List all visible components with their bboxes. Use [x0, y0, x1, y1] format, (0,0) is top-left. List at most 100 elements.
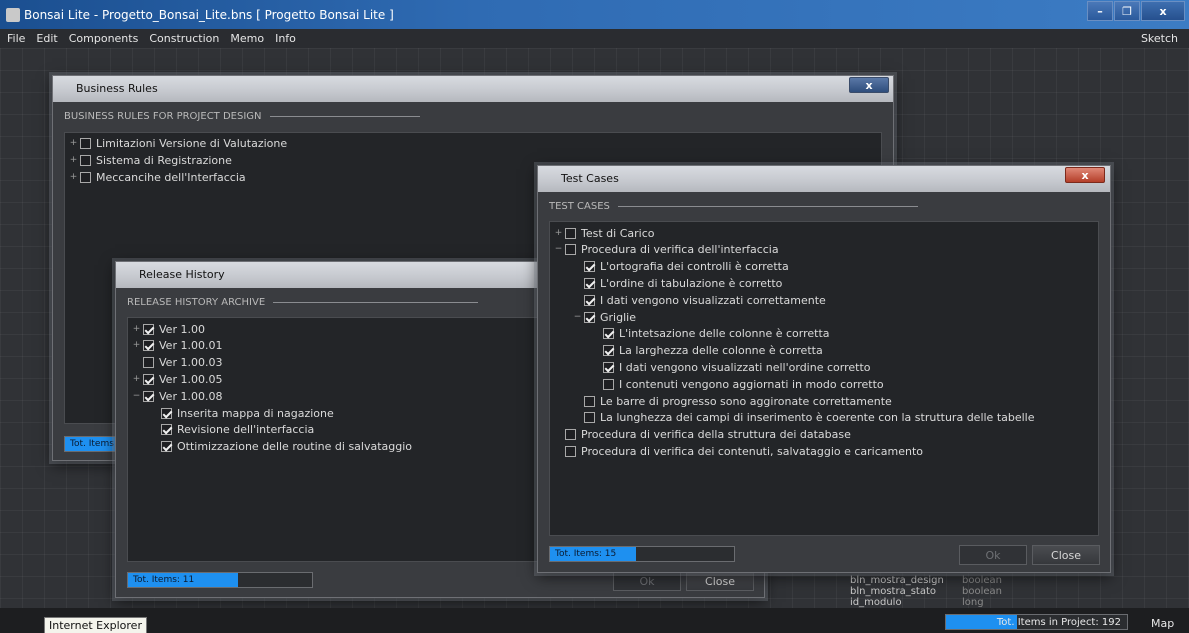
- checkbox[interactable]: [143, 390, 154, 402]
- tree-item[interactable]: La lunghezza dei campi di inserimento è …: [573, 410, 1035, 426]
- checkbox[interactable]: [143, 357, 154, 369]
- column-type: boolean: [962, 575, 1002, 586]
- tree-item-label: Ver 1.00.05: [159, 372, 223, 386]
- section-title: BUSINESS RULES FOR PROJECT DESIGN: [64, 111, 262, 122]
- tree-item[interactable]: L'ortografia dei controlli è corretta: [573, 259, 789, 275]
- menu-components[interactable]: Components: [65, 32, 143, 45]
- menu-info[interactable]: Info: [271, 32, 300, 45]
- project-items-label: Tot. Items in Project: 192: [996, 617, 1121, 628]
- test-cases-tree[interactable]: + Test di Carico − Procedura di verifica de…: [549, 221, 1099, 536]
- tree-item-label: Ver 1.00: [159, 322, 205, 336]
- menu-memo[interactable]: Memo: [226, 32, 268, 45]
- tree-item[interactable]: L'ordine di tabulazione è corretto: [573, 275, 782, 291]
- window-controls: – ❐ x: [1087, 1, 1185, 21]
- menu-edit[interactable]: Edit: [32, 32, 61, 45]
- tree-item[interactable]: − Procedura di verifica dell'interfaccia: [554, 242, 779, 258]
- expand-icon[interactable]: +: [69, 172, 78, 182]
- tree-item[interactable]: Procedura di verifica della struttura de…: [554, 427, 851, 443]
- checkbox[interactable]: [161, 441, 172, 453]
- close-button[interactable]: Close: [686, 571, 754, 591]
- checkbox[interactable]: [584, 412, 595, 424]
- tree-item[interactable]: Ver 1.00.03: [132, 355, 222, 371]
- menu-construction[interactable]: Construction: [145, 32, 223, 45]
- tree-item[interactable]: Inserita mappa di nagazione: [150, 405, 334, 421]
- tree-item[interactable]: Revisione dell'interfaccia: [150, 422, 314, 438]
- checkbox[interactable]: [143, 323, 154, 335]
- checkbox[interactable]: [603, 378, 614, 390]
- tree-item[interactable]: Le barre di progresso sono aggironate co…: [573, 393, 892, 409]
- checkbox[interactable]: [565, 244, 576, 256]
- checkbox[interactable]: [584, 311, 595, 323]
- checkbox[interactable]: [565, 445, 576, 457]
- checkbox[interactable]: [565, 227, 576, 239]
- tree-item[interactable]: − Griglie: [573, 309, 636, 325]
- checkbox[interactable]: [143, 373, 154, 385]
- section-title: TEST CASES: [549, 201, 610, 212]
- expand-icon[interactable]: +: [132, 374, 141, 384]
- menu-file[interactable]: File: [3, 32, 29, 45]
- expand-icon[interactable]: +: [132, 341, 141, 350]
- checkbox[interactable]: [80, 154, 91, 166]
- checkbox[interactable]: [143, 340, 154, 352]
- checkbox[interactable]: [603, 345, 614, 357]
- collapse-icon[interactable]: −: [132, 391, 141, 401]
- map-button[interactable]: Map: [1151, 617, 1174, 630]
- tree-line-icon: [592, 329, 601, 338]
- window-close-button[interactable]: x: [1141, 1, 1185, 21]
- checkbox[interactable]: [603, 361, 614, 373]
- tree-item[interactable]: La larghezza delle colonne è corretta: [592, 343, 823, 359]
- collapse-icon[interactable]: −: [573, 312, 582, 322]
- tree-item-label: Griglie: [600, 310, 636, 324]
- tree-item-label: Ottimizzazione delle routine di salvatag…: [177, 440, 413, 454]
- tree-item-label: Procedura di verifica dei contenuti, sal…: [581, 444, 924, 458]
- tree-item[interactable]: I contenuti vengono aggiornati in modo c…: [592, 376, 884, 392]
- ok-button[interactable]: Ok: [613, 571, 681, 591]
- checkbox[interactable]: [584, 395, 595, 407]
- menu-sketch[interactable]: Sketch: [1137, 32, 1182, 45]
- expand-icon[interactable]: +: [554, 228, 563, 238]
- total-items-bar: Tot. Items: 15: [549, 546, 735, 562]
- tree-item[interactable]: + Meccancihe dell'Interfaccia: [69, 169, 246, 185]
- maximize-button[interactable]: ❐: [1114, 1, 1140, 21]
- tree-item[interactable]: I dati vengono visualizzati correttament…: [573, 292, 826, 308]
- tree-item-label: I dati vengono visualizzati correttament…: [600, 293, 826, 307]
- tree-item[interactable]: Procedura di verifica dei contenuti, sal…: [554, 443, 923, 459]
- minimize-button[interactable]: –: [1087, 1, 1113, 21]
- tree-item[interactable]: + Test di Carico: [554, 225, 655, 241]
- tree-line-icon: [150, 442, 159, 451]
- taskbar-tooltip: Internet Explorer: [44, 617, 147, 633]
- close-icon[interactable]: x: [849, 77, 889, 93]
- tree-item[interactable]: + Ver 1.00: [132, 321, 205, 337]
- tree-item[interactable]: Ottimizzazione delle routine di salvatag…: [150, 439, 412, 455]
- dialog-title: Business Rules: [53, 76, 893, 102]
- checkbox[interactable]: [80, 171, 91, 183]
- tree-item[interactable]: L'intetsazione delle colonne è corretta: [592, 326, 830, 342]
- checkbox[interactable]: [584, 261, 595, 273]
- checkbox[interactable]: [565, 429, 576, 441]
- tree-item-label: Inserita mappa di nagazione: [177, 406, 334, 420]
- expand-icon[interactable]: +: [69, 155, 78, 165]
- expand-icon[interactable]: +: [132, 324, 141, 334]
- checkbox[interactable]: [584, 294, 595, 306]
- tree-item[interactable]: + Limitazioni Versione di Valutazione: [69, 135, 287, 151]
- section-label: TEST CASES: [549, 201, 918, 212]
- checkbox[interactable]: [80, 137, 91, 149]
- checkbox[interactable]: [603, 328, 614, 340]
- tree-item[interactable]: − Ver 1.00.08: [132, 388, 223, 404]
- close-icon[interactable]: x: [1065, 167, 1105, 183]
- tree-item-label: Procedura di verifica della struttura de…: [581, 428, 851, 442]
- close-button[interactable]: Close: [1032, 545, 1100, 565]
- checkbox[interactable]: [161, 424, 172, 436]
- ok-button[interactable]: Ok: [959, 545, 1027, 565]
- tree-item-label: Test di Carico: [581, 226, 655, 240]
- tree-item[interactable]: I dati vengono visualizzati nell'ordine …: [592, 359, 871, 375]
- checkbox[interactable]: [161, 407, 172, 419]
- total-items-label: Tot. Items: 15: [555, 549, 617, 559]
- tree-item[interactable]: + Ver 1.00.05: [132, 371, 223, 387]
- checkbox[interactable]: [584, 277, 595, 289]
- tree-item[interactable]: + Sistema di Registrazione: [69, 152, 232, 168]
- tree-item[interactable]: + Ver 1.00.01: [132, 338, 223, 354]
- collapse-icon[interactable]: −: [554, 245, 563, 254]
- expand-icon[interactable]: +: [69, 138, 78, 148]
- section-label: RELEASE HISTORY ARCHIVE: [127, 297, 479, 308]
